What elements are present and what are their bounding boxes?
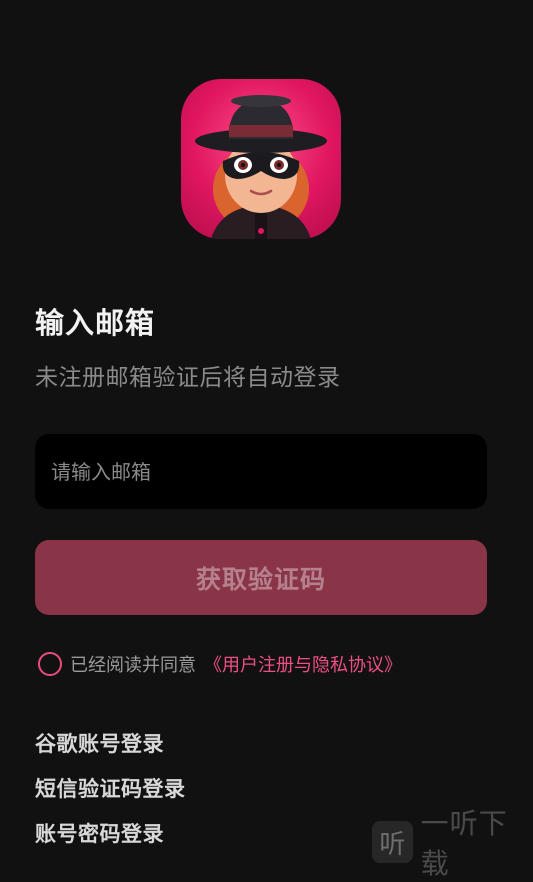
app-avatar-icon bbox=[181, 79, 341, 239]
google-login-link[interactable]: 谷歌账号登录 bbox=[35, 728, 164, 758]
watermark-text: 一听下载 bbox=[420, 807, 508, 880]
agreement-row: 已经阅读并同意 《用户注册与隐私协议》 bbox=[38, 650, 402, 678]
radio-circle-icon[interactable] bbox=[38, 652, 62, 676]
password-login-link[interactable]: 账号密码登录 bbox=[35, 818, 164, 848]
watermark: 听 一听下载 bbox=[372, 807, 533, 880]
agreement-text: 已经阅读并同意 bbox=[70, 655, 196, 676]
get-code-button[interactable]: 获取验证码 bbox=[35, 540, 487, 615]
email-field[interactable] bbox=[35, 434, 487, 509]
email-field-container[interactable] bbox=[35, 434, 487, 509]
page-title: 输入邮箱 bbox=[35, 306, 156, 340]
agreement-link[interactable]: 《用户注册与隐私协议》 bbox=[204, 651, 402, 677]
page-subtitle: 未注册邮箱验证后将自动登录 bbox=[35, 365, 341, 391]
sms-login-link[interactable]: 短信验证码登录 bbox=[35, 773, 186, 803]
watermark-logo-icon: 听 bbox=[372, 821, 413, 863]
